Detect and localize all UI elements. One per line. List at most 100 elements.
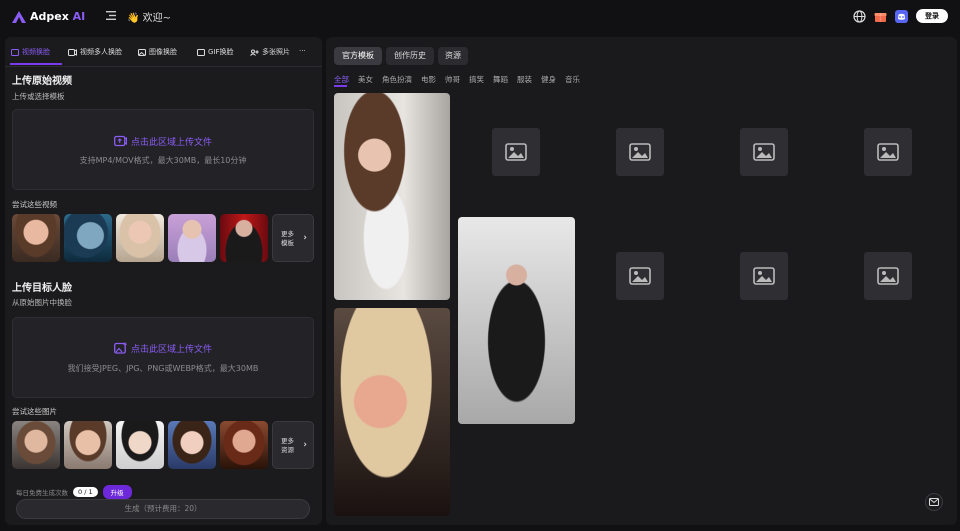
- logo[interactable]: Adpex AI: [12, 10, 85, 23]
- target-upload-label: 点击此区域上传文件: [13, 342, 313, 355]
- tab-creation-history[interactable]: 创作历史: [386, 47, 434, 65]
- tab-label: 视频多人换脸: [80, 48, 122, 56]
- tab-image-face-swap[interactable]: 图像换脸: [138, 47, 177, 57]
- sample-video-thumb[interactable]: [12, 214, 60, 262]
- sample-image-thumb[interactable]: [220, 421, 268, 469]
- image-placeholder-icon: [753, 143, 775, 161]
- tab-multi-video-face-swap[interactable]: 视频多人换脸: [68, 47, 122, 57]
- tab-label: 图像换脸: [149, 48, 177, 56]
- sample-image-thumb[interactable]: [12, 421, 60, 469]
- left-panel: 视频换脸 视频多人换脸 图像换脸 GIF换脸 多张照片 ··· 上传原始视频 上…: [5, 37, 322, 525]
- quota-label: 每日免费生成次数: [16, 489, 68, 497]
- category-dance[interactable]: 舞蹈: [493, 74, 508, 85]
- image-placeholder-icon: [629, 143, 651, 161]
- target-upload-text: 点击此区域上传文件: [130, 345, 212, 355]
- tab-resources[interactable]: 资源: [438, 47, 468, 65]
- sample-images: 更多 资源 ›: [12, 421, 314, 469]
- more-icon: ···: [299, 47, 306, 55]
- source-section-title: 上传原始视频: [12, 76, 72, 87]
- quota-badge: 0 / 1: [73, 487, 98, 497]
- upload-image-icon: [114, 342, 127, 354]
- logo-icon: [12, 10, 26, 23]
- upgrade-button[interactable]: 升级: [102, 485, 132, 499]
- mail-button[interactable]: [925, 493, 943, 511]
- template-placeholder[interactable]: [492, 128, 540, 176]
- generate-button[interactable]: 生成（预计费用：20）: [16, 499, 310, 519]
- globe-icon[interactable]: [853, 9, 866, 23]
- tab-more[interactable]: ···: [299, 47, 306, 55]
- try-videos-label: 尝试这些视频: [12, 200, 57, 209]
- template-card[interactable]: [334, 93, 450, 300]
- discord-icon[interactable]: [895, 9, 908, 23]
- category-all[interactable]: 全部: [334, 74, 349, 85]
- sample-video-thumb[interactable]: [168, 214, 216, 262]
- source-upload-label: 点击此区域上传文件: [13, 135, 313, 148]
- sample-image-thumb[interactable]: [168, 421, 216, 469]
- chevron-right-icon: ›: [303, 440, 307, 450]
- top-right-actions: 登录: [853, 9, 948, 23]
- category-fitness[interactable]: 健身: [541, 74, 556, 85]
- mail-icon: [929, 498, 939, 506]
- source-upload-text: 点击此区域上传文件: [130, 138, 212, 148]
- sample-video-thumb[interactable]: [116, 214, 164, 262]
- sample-videos: 更多 模板 ›: [12, 214, 314, 262]
- tab-label: GIF换脸: [208, 48, 234, 56]
- image-icon: [138, 48, 146, 56]
- sample-image-thumb[interactable]: [64, 421, 112, 469]
- target-upload-desc: 我们接受JPEG、JPG、PNG或WEBP格式，最大30MB: [67, 364, 259, 373]
- chevron-right-icon: ›: [303, 233, 307, 243]
- image-placeholder-icon: [505, 143, 527, 161]
- sample-image-thumb[interactable]: [116, 421, 164, 469]
- category-beauty[interactable]: 美女: [358, 74, 373, 85]
- more-resources-label: 更多 资源: [281, 437, 294, 454]
- menu-icon[interactable]: [106, 11, 116, 20]
- tab-official-templates[interactable]: 官方模板: [334, 47, 382, 65]
- template-placeholder[interactable]: [864, 252, 912, 300]
- tab-video-face-swap[interactable]: 视频换脸: [11, 47, 50, 57]
- image-placeholder-icon: [629, 267, 651, 285]
- category-clothing[interactable]: 服装: [517, 74, 532, 85]
- tab-label: 视频换脸: [22, 48, 50, 56]
- category-movie[interactable]: 电影: [421, 74, 436, 85]
- tab-gif-face-swap[interactable]: GIF换脸: [197, 47, 234, 57]
- source-upload-desc: 支持MP4/MOV格式，最大30MB，最长10分钟: [79, 156, 247, 165]
- image-placeholder-icon: [753, 267, 775, 285]
- try-images-label: 尝试这些图片: [12, 407, 57, 416]
- multi-video-icon: [68, 48, 77, 56]
- category-handsome[interactable]: 帅哥: [445, 74, 460, 85]
- category-music[interactable]: 音乐: [565, 74, 580, 85]
- image-placeholder-icon: [877, 267, 899, 285]
- source-upload-dropzone[interactable]: 点击此区域上传文件 支持MP4/MOV格式，最大30MB，最长10分钟: [12, 109, 314, 190]
- target-section-title: 上传目标人脸: [12, 283, 72, 294]
- template-placeholder[interactable]: [616, 128, 664, 176]
- template-placeholder[interactable]: [616, 252, 664, 300]
- active-tab-indicator: [10, 63, 62, 65]
- sample-video-thumb[interactable]: [64, 214, 112, 262]
- more-resources-button[interactable]: 更多 资源 ›: [272, 421, 314, 469]
- image-placeholder-icon: [877, 143, 899, 161]
- sample-video-thumb[interactable]: [220, 214, 268, 262]
- gift-icon[interactable]: [874, 10, 887, 23]
- more-templates-button[interactable]: 更多 模板 ›: [272, 214, 314, 262]
- category-funny[interactable]: 搞笑: [469, 74, 484, 85]
- template-card[interactable]: [334, 308, 450, 516]
- active-category-indicator: [334, 85, 347, 87]
- template-placeholder[interactable]: [740, 128, 788, 176]
- multi-photo-icon: [250, 49, 259, 56]
- right-panel: 官方模板 创作历史 资源 全部 美女 角色扮演 电影 帅哥 搞笑 舞蹈 服装 健…: [326, 37, 957, 525]
- video-icon: [11, 48, 19, 56]
- template-card[interactable]: [458, 217, 575, 424]
- upload-video-icon: [114, 135, 127, 147]
- mode-tabs: 视频换脸 视频多人换脸 图像换脸 GIF换脸 多张照片 ···: [5, 37, 322, 67]
- target-upload-dropzone[interactable]: 点击此区域上传文件 我们接受JPEG、JPG、PNG或WEBP格式，最大30MB: [12, 317, 314, 398]
- tab-multi-photo[interactable]: 多张照片: [250, 47, 290, 57]
- template-placeholder[interactable]: [740, 252, 788, 300]
- gif-icon: [197, 48, 205, 56]
- tab-label: 多张照片: [262, 48, 290, 56]
- source-section-subtitle: 上传或选择模板: [12, 92, 65, 101]
- category-roleplay[interactable]: 角色扮演: [382, 74, 412, 85]
- template-placeholder[interactable]: [864, 128, 912, 176]
- more-templates-label: 更多 模板: [281, 230, 294, 247]
- target-section-subtitle: 从原始图片中换脸: [12, 298, 72, 307]
- login-button[interactable]: 登录: [916, 9, 948, 23]
